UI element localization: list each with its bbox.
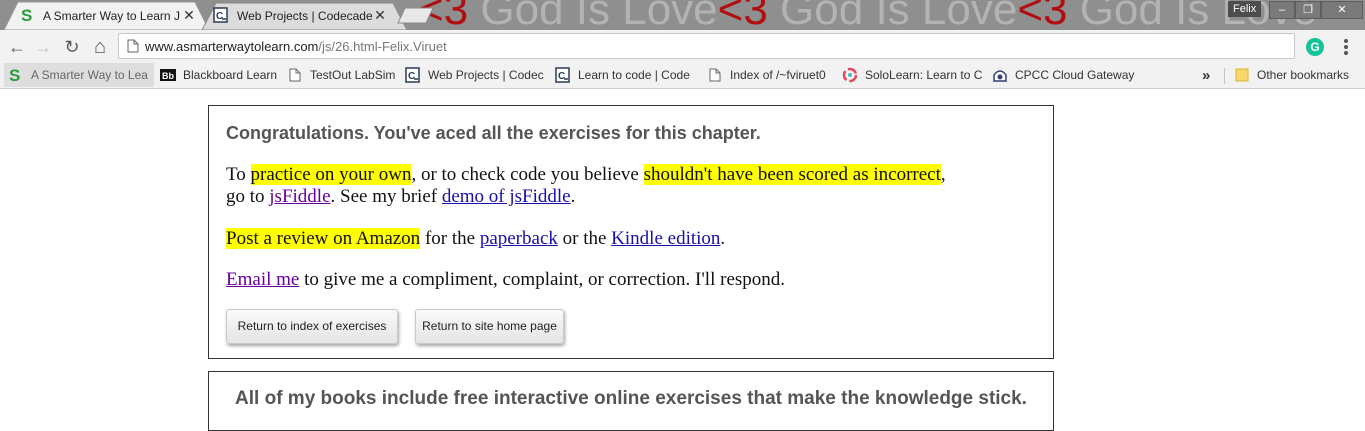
page-info-icon[interactable] <box>127 39 139 53</box>
jsfiddle-link[interactable]: jsFiddle <box>269 186 330 207</box>
svg-text:Bb: Bb <box>162 71 174 81</box>
tab-strip: <3 God Is Love<3 God Is Love<3 God Is Lo… <box>0 0 1365 30</box>
page-icon <box>287 67 303 83</box>
address-bar[interactable]: www.asmarterwaytolearn.com/js/26.html-Fe… <box>118 33 1295 59</box>
return-to-index-button[interactable]: Return to index of exercises <box>226 309 398 344</box>
folder-icon <box>1234 67 1250 83</box>
svg-text:C: C <box>408 71 415 82</box>
paperback-link[interactable]: paperback <box>480 228 558 249</box>
bookmark-label: CPCC Cloud Gateway <box>1015 68 1135 82</box>
bookmark-blackboard[interactable]: Bb Blackboard Learn <box>160 63 280 87</box>
bookmark-index-fviruet[interactable]: Index of /~fviruet0 <box>707 63 835 87</box>
other-bookmarks-folder[interactable]: Other bookmarks <box>1234 63 1362 87</box>
highlight-practice: practice on your own <box>250 164 412 185</box>
email-paragraph: Email me to give me a compliment, compla… <box>226 269 785 291</box>
bookmark-label: Index of /~fviruet0 <box>730 68 826 82</box>
bookmark-testout[interactable]: TestOut LabSim <box>287 63 397 87</box>
bookmarks-bar: S A Smarter Way to Lea Bb Blackboard Lea… <box>0 63 1365 89</box>
text: . <box>720 228 726 249</box>
bookmark-label: A Smarter Way to Lea <box>31 68 148 82</box>
text: . See my brief <box>330 186 442 207</box>
bookmark-label: Other bookmarks <box>1257 68 1350 82</box>
url-path: /js/26.html-Felix.Viruet <box>318 39 447 54</box>
bookmark-learn-to-code[interactable]: C Learn to code | Code <box>555 63 695 87</box>
codecademy-icon: C <box>405 67 421 83</box>
bookmarks-overflow-button[interactable]: » <box>1202 63 1216 87</box>
new-tab-button[interactable] <box>397 7 435 24</box>
email-me-link[interactable]: Email me <box>226 269 299 290</box>
return-to-home-button[interactable]: Return to site home page <box>415 309 564 344</box>
text: for the <box>420 228 480 249</box>
close-tab-icon[interactable]: ✕ <box>372 7 388 23</box>
s-logo-icon: S <box>20 7 36 23</box>
svg-text:C: C <box>216 11 223 22</box>
bookmark-label: SoloLearn: Learn to C <box>865 68 982 82</box>
profile-button[interactable]: Felix <box>1228 1 1262 17</box>
minimize-button[interactable]: – <box>1269 1 1295 19</box>
bookmark-label: Blackboard Learn <box>183 68 278 82</box>
codecademy-icon: C <box>555 67 571 83</box>
text: . <box>570 186 576 207</box>
bookmark-label: Web Projects | Codec <box>428 68 544 82</box>
url-text: www.asmarterwaytolearn.com/js/26.html-Fe… <box>145 39 447 54</box>
browser-toolbar: ← → ↻ ⌂ www.asmarterwaytolearn.com/js/26… <box>0 30 1365 63</box>
bookmarks-separator <box>1224 68 1225 84</box>
close-tab-icon[interactable]: ✕ <box>181 7 197 23</box>
text: , <box>940 164 946 185</box>
practice-paragraph: To practice on your own, or to check cod… <box>226 164 946 208</box>
tab-smarter-way[interactable]: S A Smarter Way to Learn J ✕ <box>4 1 209 30</box>
highlight-review: Post a review on Amazon <box>226 228 421 249</box>
blackboard-icon: Bb <box>160 67 176 83</box>
exercise-complete-panel: Congratulations. You've aced all the exe… <box>208 105 1054 359</box>
back-button[interactable]: ← <box>5 35 29 59</box>
page-icon <box>707 67 723 83</box>
bookmark-label: Learn to code | Code <box>578 68 690 82</box>
forward-button[interactable]: → <box>31 35 55 59</box>
reload-button[interactable]: ↻ <box>60 35 84 59</box>
tab-title: A Smarter Way to Learn J <box>43 9 180 23</box>
review-paragraph: Post a review on Amazon for the paperbac… <box>226 228 725 250</box>
books-promo-text: All of my books include free interactive… <box>235 388 1027 409</box>
bookmark-smarter-way[interactable]: S A Smarter Way to Lea <box>4 63 154 87</box>
close-window-button[interactable]: ✕ <box>1321 1 1363 19</box>
url-domain: www.asmarterwaytolearn.com <box>145 39 319 54</box>
svg-text:C: C <box>558 71 565 82</box>
bookmark-label: TestOut LabSim <box>310 68 396 82</box>
svg-text:S: S <box>9 67 20 83</box>
svg-text:S: S <box>21 7 32 23</box>
bookmark-sololearn[interactable]: SoloLearn: Learn to C <box>842 63 982 87</box>
bookmark-web-projects[interactable]: C Web Projects | Codec <box>405 63 545 87</box>
text: , or to check code you believe <box>411 164 644 185</box>
books-promo-panel: All of my books include free interactive… <box>208 371 1054 431</box>
menu-icon[interactable] <box>1340 37 1352 57</box>
theme-background-text: <3 God Is Love<3 God Is Love<3 God Is Lo… <box>418 0 1317 30</box>
home-button[interactable]: ⌂ <box>88 35 112 59</box>
highlight-scored: shouldn't have been scored as incorrect <box>643 164 941 185</box>
grammarly-extension-icon[interactable]: G <box>1306 38 1324 56</box>
text: To <box>226 164 251 185</box>
text: or the <box>557 228 612 249</box>
sololearn-icon <box>842 67 858 83</box>
demo-jsfiddle-link[interactable]: demo of jsFiddle <box>442 186 571 207</box>
bookmark-cpcc-cloud[interactable]: CPCC Cloud Gateway <box>992 63 1137 87</box>
tab-title: Web Projects | Codecade <box>237 9 373 23</box>
codecademy-icon: C <box>213 7 229 23</box>
restore-button[interactable]: ❐ <box>1295 1 1321 19</box>
tab-web-projects[interactable]: C Web Projects | Codecade ✕ <box>202 1 407 30</box>
congratulations-heading: Congratulations. You've aced all the exe… <box>226 123 761 143</box>
text: go to <box>226 186 270 207</box>
text: to give me a compliment, complaint, or c… <box>299 269 786 290</box>
cloud-gateway-icon <box>992 67 1008 83</box>
s-logo-icon: S <box>8 67 24 83</box>
kindle-edition-link[interactable]: Kindle edition <box>611 228 720 249</box>
